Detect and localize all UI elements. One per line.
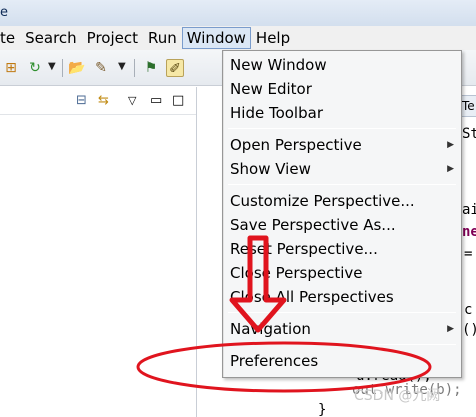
submenu-arrow-icon: ▶ xyxy=(447,324,454,334)
submenu-arrow-icon: ▶ xyxy=(447,140,454,150)
view-menu-icon[interactable]: ▽ xyxy=(128,93,136,109)
code-brace: } xyxy=(318,402,327,417)
chevron-down-icon[interactable]: ▼ xyxy=(48,61,56,72)
menu-item-label: Customize Perspective... xyxy=(230,192,415,210)
collapse-all-icon[interactable]: ⊟ xyxy=(76,93,87,109)
chevron-down-icon[interactable]: ▼ xyxy=(118,61,126,72)
explorer-view-toolbar: ⊟ ⇆ ▽ ▭ □ xyxy=(0,87,196,115)
menu-bar: te Search Project Run Window Help xyxy=(0,26,476,50)
minimize-icon[interactable]: ▭ xyxy=(150,93,162,109)
menu-item-label: New Editor xyxy=(230,80,312,98)
open-folder-icon[interactable]: 📂 xyxy=(68,59,86,77)
window-title-fragment: e xyxy=(0,5,8,20)
menu-item-close-all-perspectives[interactable]: Close All Perspectives xyxy=(223,285,461,309)
menu-separator xyxy=(228,128,456,129)
title-bar: e xyxy=(0,0,476,26)
menu-item-close-perspective[interactable]: Close Perspective xyxy=(223,261,461,285)
menu-item-label: Hide Toolbar xyxy=(230,104,323,122)
menu-item-hide-toolbar[interactable]: Hide Toolbar xyxy=(223,101,461,125)
menu-help[interactable]: Help xyxy=(251,27,295,49)
menu-item-label: Open Perspective xyxy=(230,136,362,154)
menu-item-label: Save Perspective As... xyxy=(230,216,396,234)
menu-item-label: Preferences xyxy=(230,352,319,370)
watermark: CSDN @九阙 xyxy=(354,388,441,404)
menu-item-label: Close Perspective xyxy=(230,264,363,282)
menu-item-preferences[interactable]: Preferences xyxy=(223,349,461,373)
code-fragment: c xyxy=(464,302,473,318)
window-menu-dropdown: New Window New Editor Hide Toolbar Open Per… xyxy=(222,50,462,378)
menu-window[interactable]: Window xyxy=(181,27,251,49)
menu-separator xyxy=(228,184,456,185)
menu-project[interactable]: Project xyxy=(82,27,143,49)
open-type-icon[interactable]: ⊞ xyxy=(2,59,20,77)
menu-item-show-view[interactable]: Show View ▶ xyxy=(223,157,461,181)
menu-item-new-window[interactable]: New Window xyxy=(223,53,461,77)
menu-item-open-perspective[interactable]: Open Perspective ▶ xyxy=(223,133,461,157)
menu-item-label: Navigation xyxy=(230,320,311,338)
code-fragment: = xyxy=(464,246,473,262)
menu-item-new-editor[interactable]: New Editor xyxy=(223,77,461,101)
search-tool-icon[interactable]: ✎ xyxy=(92,59,110,77)
menu-te[interactable]: te xyxy=(0,27,20,49)
menu-run[interactable]: Run xyxy=(143,27,182,49)
submenu-arrow-icon: ▶ xyxy=(447,164,454,174)
menu-item-label: Show View xyxy=(230,160,311,178)
menu-item-reset-perspective[interactable]: Reset Perspective... xyxy=(223,237,461,261)
menu-item-label: Close All Perspectives xyxy=(230,288,394,306)
toolbar-separator xyxy=(62,59,63,77)
code-keyword-fragment: ne xyxy=(462,224,476,240)
maximize-icon[interactable]: □ xyxy=(172,93,184,109)
menu-separator xyxy=(228,312,456,313)
toolbar-separator xyxy=(134,59,135,77)
menu-item-save-perspective-as[interactable]: Save Perspective As... xyxy=(223,213,461,237)
toggle-mark-icon[interactable]: ⚑ xyxy=(142,59,160,77)
menu-search[interactable]: Search xyxy=(20,27,82,49)
link-with-editor-icon[interactable]: ⇆ xyxy=(98,93,109,109)
highlight-pen-icon[interactable]: ✐ xyxy=(166,59,184,77)
code-fragment: St xyxy=(462,126,476,142)
menu-item-label: Reset Perspective... xyxy=(230,240,378,258)
code-fragment: () xyxy=(462,322,476,338)
menu-item-navigation[interactable]: Navigation ▶ xyxy=(223,317,461,341)
menu-separator xyxy=(228,344,456,345)
menu-item-customize-perspective[interactable]: Customize Perspective... xyxy=(223,189,461,213)
package-explorer-body xyxy=(0,115,196,417)
refresh-icon[interactable]: ↻ xyxy=(26,59,44,77)
code-fragment: ai xyxy=(462,202,476,218)
menu-item-label: New Window xyxy=(230,56,327,74)
